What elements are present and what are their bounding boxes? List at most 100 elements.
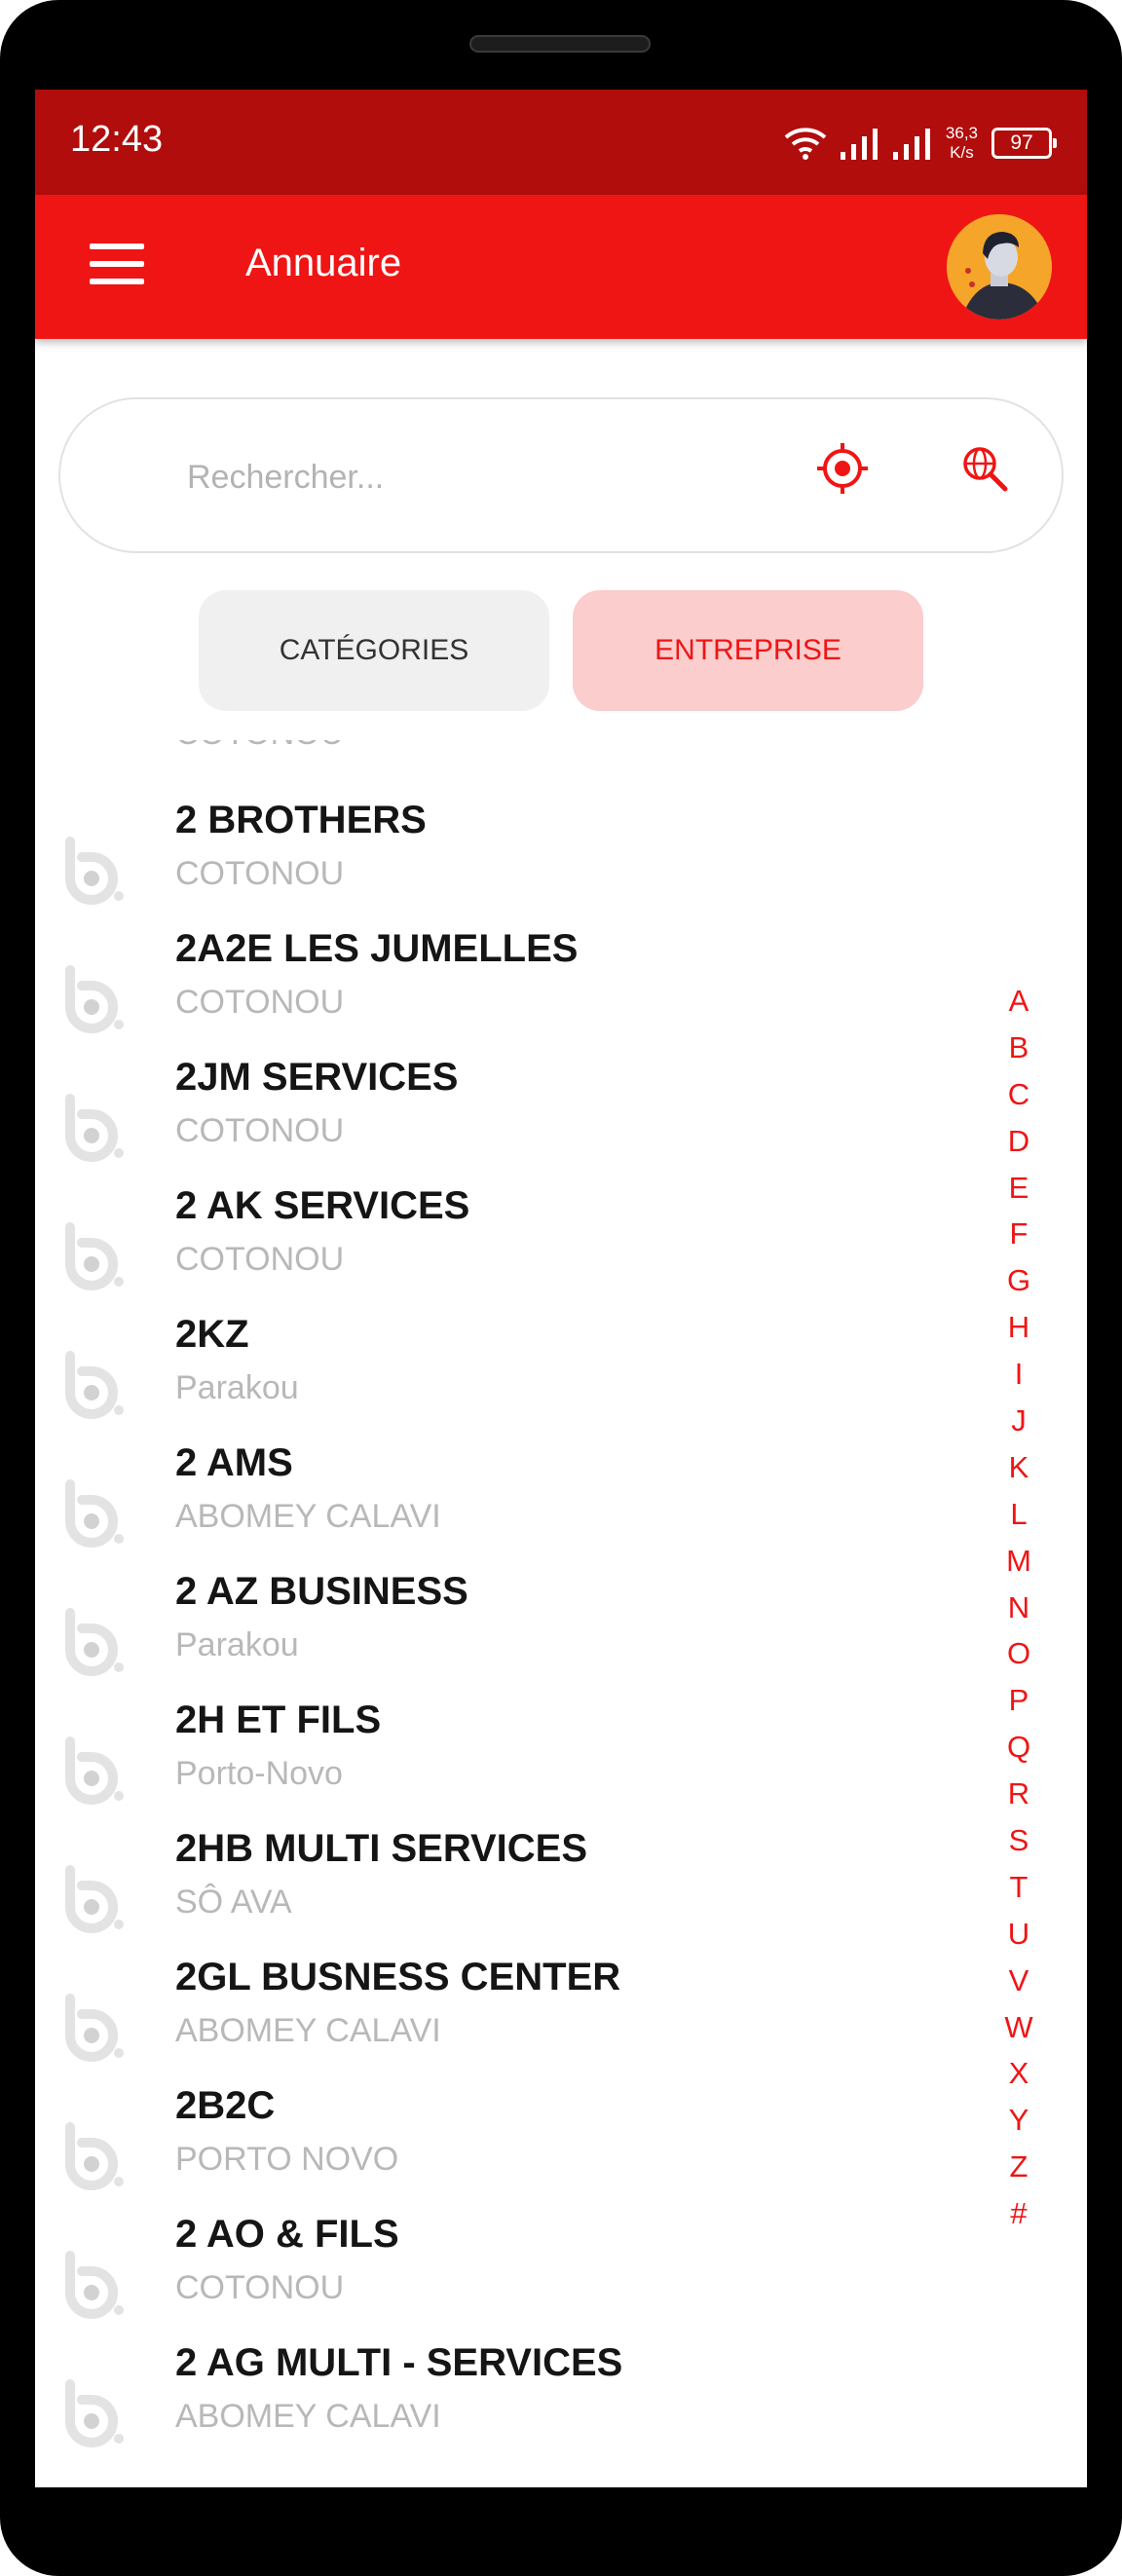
company-city: ABOMEY CALAVI: [175, 1498, 441, 1535]
location-target-icon[interactable]: [816, 442, 869, 495]
status-bar: 12:43 36,3 K/s 97: [35, 90, 1087, 195]
alphabet-letter[interactable]: E: [999, 1165, 1038, 1212]
alphabet-letter[interactable]: P: [999, 1677, 1038, 1724]
hamburger-menu-icon[interactable]: [90, 243, 144, 288]
company-name: 2 AK SERVICES: [175, 1184, 470, 1227]
company-name: 2 AMS: [175, 1441, 293, 1484]
alphabet-letter[interactable]: U: [999, 1911, 1038, 1958]
alphabet-letter[interactable]: G: [999, 1257, 1038, 1304]
list-item[interactable]: 2HB MULTI SERVICES SÔ AVA: [35, 1827, 970, 1956]
company-city: SÔ AVA: [175, 1884, 292, 1921]
company-logo-icon: [56, 836, 127, 906]
list-item[interactable]: 2 AO & FILS COTONOU: [35, 2213, 970, 2341]
list-item[interactable]: 2 AG MULTI - SERVICES ABOMEY CALAVI: [35, 2341, 970, 2470]
alphabet-letter[interactable]: M: [999, 1538, 1038, 1585]
alphabet-letter[interactable]: J: [999, 1398, 1038, 1444]
list-item[interactable]: 2GL BUSNESS CENTER ABOMEY CALAVI: [35, 1956, 970, 2084]
search-input[interactable]: [187, 450, 732, 504]
company-city: COTONOU: [175, 1112, 345, 1149]
list-item[interactable]: 2B2C PORTO NOVO: [35, 2084, 970, 2213]
tab-categories[interactable]: CATÉGORIES: [199, 590, 549, 711]
list-item-city-partial: COTONOU: [175, 740, 344, 753]
signal-icon-1: [840, 129, 878, 160]
alphabet-letter[interactable]: K: [999, 1444, 1038, 1491]
alphabet-letter[interactable]: H: [999, 1304, 1038, 1351]
wifi-icon: [784, 128, 827, 160]
company-city: COTONOU: [175, 984, 345, 1021]
status-time: 12:43: [70, 119, 164, 160]
company-logo-icon: [56, 1607, 127, 1677]
alphabet-letter[interactable]: D: [999, 1118, 1038, 1165]
network-speed-unit: K/s: [950, 143, 974, 162]
company-name: 2 AG MULTI - SERVICES: [175, 2341, 623, 2384]
company-city: ABOMEY CALAVI: [175, 2012, 441, 2049]
list-item[interactable]: 2 BROTHERS COTONOU: [35, 799, 970, 927]
list-item[interactable]: 2KZ Parakou: [35, 1313, 970, 1441]
alphabet-letter[interactable]: T: [999, 1864, 1038, 1911]
company-logo-icon: [56, 1350, 127, 1420]
company-city: Porto-Novo: [175, 1755, 343, 1792]
company-city: PORTO NOVO: [175, 2141, 399, 2178]
company-city: COTONOU: [175, 2269, 345, 2306]
company-logo-icon: [56, 1093, 127, 1163]
list-item[interactable]: 2 AMS ABOMEY CALAVI: [35, 1441, 970, 1570]
app-screen: 12:43 36,3 K/s 97 Annuaire Rechercher...…: [35, 90, 1087, 2487]
search-bar: [58, 397, 1064, 553]
alphabet-letter[interactable]: B: [999, 1025, 1038, 1071]
tab-entreprise[interactable]: ENTREPRISE: [573, 590, 923, 711]
alphabet-letter[interactable]: Z: [999, 2144, 1038, 2190]
company-name: 2 BROTHERS: [175, 799, 427, 841]
alphabet-letter[interactable]: N: [999, 1585, 1038, 1631]
company-logo-icon: [56, 2378, 127, 2448]
alphabet-letter[interactable]: Q: [999, 1724, 1038, 1771]
list-item[interactable]: 2A2E LES JUMELLES COTONOU: [35, 927, 970, 1056]
globe-search-icon[interactable]: [960, 444, 1009, 493]
alphabet-letter[interactable]: S: [999, 1817, 1038, 1864]
page-title: Annuaire: [245, 242, 402, 284]
alphabet-letter[interactable]: V: [999, 1958, 1038, 2004]
alphabet-letter[interactable]: I: [999, 1351, 1038, 1398]
company-list: COTONOU 2 BROTHERSCOTONOU2A2E LES JUMELL…: [35, 740, 1087, 2487]
list-item[interactable]: 2H ET FILS Porto-Novo: [35, 1699, 970, 1827]
company-name: 2HB MULTI SERVICES: [175, 1827, 588, 1870]
list-item[interactable]: 2 AK SERVICES COTONOU: [35, 1184, 970, 1313]
status-icons: 36,3 K/s 97: [784, 119, 1057, 168]
alphabet-letter[interactable]: #: [999, 2190, 1038, 2237]
company-name: 2A2E LES JUMELLES: [175, 927, 579, 970]
company-logo-icon: [56, 964, 127, 1034]
alphabet-letter[interactable]: C: [999, 1071, 1038, 1118]
company-name: 2B2C: [175, 2084, 276, 2127]
company-logo-icon: [56, 2121, 127, 2191]
alphabet-index: A B C D E F G H I J K L M N O P Q R S T U V W X Y Z #: [999, 978, 1038, 2237]
list-item[interactable]: 2JM SERVICES COTONOU: [35, 1056, 970, 1184]
company-name: 2 AZ BUSINESS: [175, 1570, 468, 1613]
company-city: COTONOU: [175, 855, 345, 892]
company-logo-icon: [56, 1478, 127, 1549]
company-name: 2 AO & FILS: [175, 2213, 399, 2256]
alphabet-letter[interactable]: L: [999, 1491, 1038, 1538]
company-name: 2GL BUSNESS CENTER: [175, 1956, 621, 1998]
alphabet-letter[interactable]: A: [999, 978, 1038, 1025]
company-city: Parakou: [175, 1369, 299, 1406]
battery-icon: 97: [991, 128, 1057, 159]
battery-level: 97: [1010, 131, 1033, 154]
alphabet-letter[interactable]: Y: [999, 2097, 1038, 2144]
alphabet-letter[interactable]: F: [999, 1211, 1038, 1257]
phone-speaker: [469, 35, 651, 53]
company-logo-icon: [56, 1221, 127, 1291]
company-logo-icon: [56, 2250, 127, 2320]
company-name: 2JM SERVICES: [175, 1056, 459, 1099]
avatar-person-icon: [947, 214, 1052, 319]
signal-icon-2: [892, 129, 930, 160]
list-item[interactable]: 2 AZ BUSINESS Parakou: [35, 1570, 970, 1699]
user-avatar[interactable]: [947, 214, 1052, 319]
phone-frame: 12:43 36,3 K/s 97 Annuaire Rechercher...…: [0, 0, 1122, 2576]
company-logo-icon: [56, 1993, 127, 2063]
app-bar: Annuaire: [35, 195, 1087, 339]
company-name: 2KZ: [175, 1313, 249, 1356]
alphabet-letter[interactable]: R: [999, 1771, 1038, 1817]
alphabet-letter[interactable]: X: [999, 2050, 1038, 2097]
company-logo-icon: [56, 1736, 127, 1806]
alphabet-letter[interactable]: W: [999, 2004, 1038, 2051]
alphabet-letter[interactable]: O: [999, 1630, 1038, 1677]
